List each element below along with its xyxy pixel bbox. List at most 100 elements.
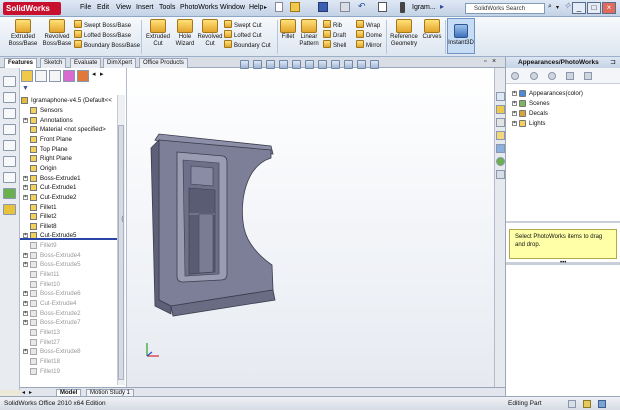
save-icon[interactable] xyxy=(318,2,328,12)
new-document-icon[interactable] xyxy=(275,2,283,12)
expand-icon[interactable]: + xyxy=(23,301,28,306)
tree-node[interactable]: Fillet27 xyxy=(20,338,117,347)
open-folder-icon[interactable] xyxy=(290,2,300,12)
print-icon[interactable] xyxy=(340,2,350,12)
hide-show-items-icon[interactable] xyxy=(330,60,340,69)
tab-scroll-left-icon[interactable]: ◂ xyxy=(22,389,25,396)
menu-file[interactable]: File xyxy=(80,4,91,11)
apply-scene-icon[interactable] xyxy=(356,60,366,69)
tree-node[interactable]: Fillet1 xyxy=(20,203,117,212)
units-icon[interactable] xyxy=(583,400,591,408)
mirror-button[interactable]: Mirror xyxy=(356,40,382,50)
panel-splitter-handle[interactable]: ⟨ xyxy=(121,215,124,223)
tree-node[interactable]: Fillet18 xyxy=(20,357,117,366)
file-explorer-tab-icon[interactable] xyxy=(496,118,505,127)
help-icon[interactable]: ▸ xyxy=(440,2,444,11)
view-orientation-icon[interactable] xyxy=(304,60,314,69)
tree-node[interactable]: + Boss-Extrude8 xyxy=(20,347,117,356)
tree-node[interactable]: + Cut-Extrude2 xyxy=(20,193,117,202)
rp-item-decals[interactable]: + Decals xyxy=(512,109,617,118)
search-input[interactable]: SolidWorks Search xyxy=(465,3,545,14)
tree-node[interactable]: + Boss-Extrude2 xyxy=(20,309,117,318)
tab-features[interactable]: Features xyxy=(4,58,38,68)
revolved-cut-button[interactable]: Revolved Cut xyxy=(197,19,223,48)
tree-node[interactable]: + Boss-Extrude6 xyxy=(20,289,117,298)
expand-icon[interactable]: + xyxy=(23,262,28,268)
curves-button[interactable]: Curves xyxy=(421,19,443,41)
dome-button[interactable]: Dome xyxy=(356,30,382,40)
feature-manager-tab-icon[interactable] xyxy=(21,70,33,82)
edit-appearance-icon[interactable] xyxy=(343,60,353,69)
minimize-button[interactable]: _ xyxy=(572,2,586,14)
rollback-bar[interactable] xyxy=(20,238,117,240)
tree-node[interactable]: + Boss-Extrude1 xyxy=(20,174,117,183)
expand-icon[interactable]: + xyxy=(512,121,517,126)
fillet-button[interactable]: Fillet xyxy=(279,19,297,41)
filter-icon[interactable]: ▼ xyxy=(22,85,30,93)
hole-wizard-button[interactable]: Hole Wizard xyxy=(172,19,198,48)
back-icon[interactable] xyxy=(511,72,519,80)
search-dropdown-icon[interactable]: ▾ xyxy=(556,4,559,11)
viewport-close-icon[interactable]: × xyxy=(492,58,496,65)
zoom-area-icon[interactable] xyxy=(3,108,16,119)
rp-item-lights[interactable]: + Lights xyxy=(512,119,617,128)
revolved-boss-button[interactable]: Revolved Boss/Base xyxy=(40,19,74,48)
rebuild-icon[interactable] xyxy=(3,76,16,87)
menu-photoworks[interactable]: PhotoWorks xyxy=(180,4,218,11)
expand-icon[interactable]: + xyxy=(23,291,28,297)
select-icon[interactable] xyxy=(378,2,387,12)
tree-node[interactable]: Fillet11 xyxy=(20,270,117,279)
scene-icon[interactable] xyxy=(3,204,16,215)
tree-node[interactable]: + Annotations xyxy=(20,116,117,125)
tree-node[interactable]: Front Plane xyxy=(20,135,117,144)
rebuild-status-icon[interactable] xyxy=(568,400,576,408)
wrap-button[interactable]: Wrap xyxy=(356,20,382,30)
tree-node[interactable]: Origin xyxy=(20,164,117,173)
draft-button[interactable]: Draft xyxy=(323,30,346,40)
expand-icon[interactable]: + xyxy=(23,185,28,191)
zoom-to-fit-icon[interactable] xyxy=(240,60,249,69)
task-pane-pin-icon[interactable]: ⊐ xyxy=(610,58,616,66)
expand-icon[interactable]: + xyxy=(23,252,28,258)
lofted-cut-button[interactable]: Lofted Cut xyxy=(224,30,271,40)
tab-office-products[interactable]: Office Products xyxy=(139,58,188,68)
resources-tab-icon[interactable] xyxy=(496,92,505,101)
linear-pattern-button[interactable]: Linear Pattern xyxy=(297,19,321,48)
expand-icon[interactable]: + xyxy=(23,320,28,326)
tree-node[interactable]: Fillet19 xyxy=(20,367,117,376)
rib-button[interactable]: Rib xyxy=(323,20,346,30)
custom-properties-tab-icon[interactable] xyxy=(496,170,505,179)
home-icon[interactable] xyxy=(548,72,556,80)
tree-scrollbar-thumb[interactable] xyxy=(118,125,124,380)
tree-node[interactable]: + Boss-Extrude4 xyxy=(20,251,117,260)
tree-scroll-right-icon[interactable]: ▸ xyxy=(100,70,104,78)
traffic-light-icon[interactable] xyxy=(400,2,405,13)
view-palette-tab-icon[interactable] xyxy=(496,144,505,153)
refresh-icon[interactable] xyxy=(584,72,592,80)
previous-view-icon[interactable] xyxy=(265,60,275,69)
view-settings-icon[interactable] xyxy=(369,60,379,69)
expand-icon[interactable]: + xyxy=(512,91,517,96)
menu-help[interactable]: Help xyxy=(249,4,263,11)
pin-icon[interactable]: ▸ xyxy=(264,4,267,11)
tree-node[interactable]: Sensors xyxy=(20,106,117,115)
instant3d-button[interactable]: Instant3D xyxy=(447,18,475,54)
add-location-icon[interactable] xyxy=(566,72,574,80)
measure-icon[interactable] xyxy=(3,172,16,183)
expand-icon[interactable]: + xyxy=(23,175,28,181)
menu-edit[interactable]: Edit xyxy=(97,4,109,11)
pane-divider[interactable] xyxy=(506,221,620,223)
tree-node[interactable]: + Boss-Extrude7 xyxy=(20,318,117,327)
tree-node[interactable]: Right Plane xyxy=(20,154,117,163)
tree-node[interactable]: Fillet10 xyxy=(20,280,117,289)
zoom-fit-icon[interactable] xyxy=(3,92,16,103)
swept-boss-button[interactable]: Swept Boss/Base xyxy=(74,20,140,30)
search-icon[interactable]: ⌕ xyxy=(548,3,552,11)
expand-icon[interactable]: + xyxy=(23,117,28,123)
tree-node[interactable]: Fillet8 xyxy=(20,222,117,231)
tree-node[interactable]: Material <not specified> xyxy=(20,125,117,134)
appearance-icon[interactable] xyxy=(3,188,16,199)
expand-icon[interactable]: + xyxy=(512,111,517,116)
expand-icon[interactable]: + xyxy=(23,310,28,316)
expand-icon[interactable]: + xyxy=(23,194,28,200)
